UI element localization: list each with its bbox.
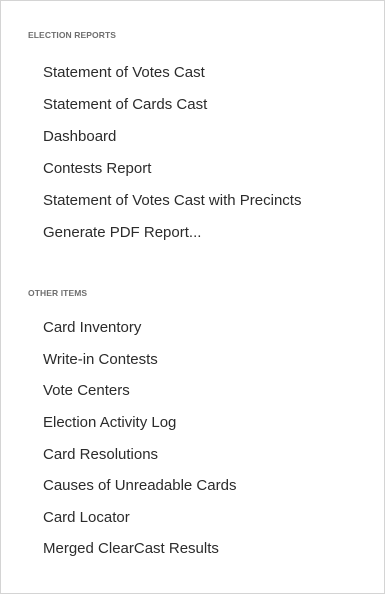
section-header-election-reports: ELECTION REPORTS: [28, 30, 117, 40]
menu-item-merged-clearcast-results[interactable]: Merged ClearCast Results: [43, 539, 219, 559]
section-header-other-items: OTHER ITEMS: [28, 288, 88, 298]
menu-item-election-activity-log[interactable]: Election Activity Log: [43, 413, 176, 433]
menu-item-card-locator[interactable]: Card Locator: [43, 508, 130, 528]
menu-item-causes-of-unreadable-cards[interactable]: Causes of Unreadable Cards: [43, 476, 236, 496]
menu-item-statement-of-votes-cast[interactable]: Statement of Votes Cast: [43, 63, 205, 83]
menu-item-dashboard[interactable]: Dashboard: [43, 127, 116, 147]
menu-item-card-resolutions[interactable]: Card Resolutions: [43, 445, 158, 465]
menu-item-card-inventory[interactable]: Card Inventory: [43, 318, 141, 338]
menu-item-contests-report[interactable]: Contests Report: [43, 159, 151, 179]
menu-item-write-in-contests[interactable]: Write-in Contests: [43, 350, 158, 370]
menu-item-statement-of-cards-cast[interactable]: Statement of Cards Cast: [43, 95, 207, 115]
menu-item-generate-pdf-report[interactable]: Generate PDF Report...: [43, 223, 201, 243]
reports-menu-panel: ELECTION REPORTS Statement of Votes Cast…: [0, 0, 385, 594]
menu-item-vote-centers[interactable]: Vote Centers: [43, 381, 130, 401]
menu-item-statement-of-votes-cast-with-precincts[interactable]: Statement of Votes Cast with Precincts: [43, 191, 301, 211]
